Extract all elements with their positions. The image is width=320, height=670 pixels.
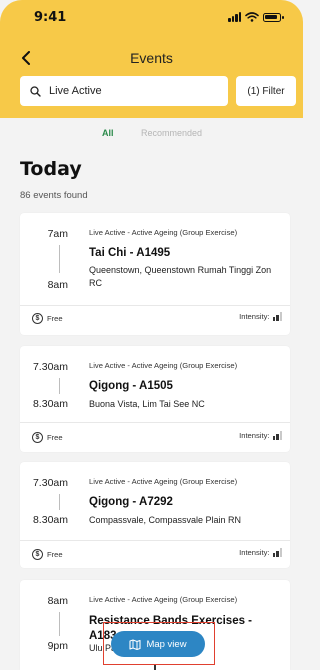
intensity-bars-icon (272, 312, 282, 321)
event-card[interactable]: 7am 8am Live Active - Active Ageing (Gro… (20, 213, 290, 335)
status-bar: 9:41 (0, 0, 303, 34)
event-start-time: 8am (47, 595, 68, 607)
event-start-time: 7.30am (32, 477, 68, 489)
section-title: Today (20, 158, 82, 180)
wifi-icon (245, 12, 259, 22)
event-card[interactable]: 7.30am 8.30am Live Active - Active Agein… (20, 346, 290, 452)
event-end-time: 8.30am (32, 514, 68, 526)
event-card[interactable]: 7.30am 8.30am Live Active - Active Agein… (20, 462, 290, 568)
status-time: 9:41 (34, 9, 67, 25)
dollar-icon: $ (32, 432, 43, 443)
cellular-signal-icon (228, 12, 241, 22)
price-label: Free (47, 433, 63, 442)
event-intensity: Intensity: (239, 431, 282, 440)
filter-label: (1) Filter (247, 85, 285, 97)
event-title: Tai Chi - A1495 (89, 247, 171, 259)
event-location: Queenstown, Queenstown Rumah Tinggi Zon … (89, 265, 272, 288)
price-label: Free (47, 314, 63, 323)
map-view-label: Map view (146, 638, 187, 650)
map-icon (129, 638, 141, 650)
card-divider (20, 540, 290, 541)
time-connector (59, 245, 60, 273)
event-category: Live Active - Active Ageing (Group Exerc… (89, 228, 238, 237)
nav-bar: Events (0, 42, 303, 74)
event-start-time: 7.30am (32, 361, 68, 373)
dollar-icon: $ (32, 549, 43, 560)
search-bar[interactable] (20, 76, 228, 106)
event-price: $ Free (32, 432, 63, 443)
intensity-label: Intensity: (239, 312, 270, 321)
intensity-bars-icon (272, 431, 282, 440)
event-category: Live Active - Active Ageing (Group Exerc… (89, 477, 238, 486)
page-title: Events (130, 50, 173, 66)
search-input[interactable] (49, 85, 209, 97)
tab-all[interactable]: All (102, 128, 114, 138)
intensity-label: Intensity: (239, 431, 270, 440)
event-title: Qigong - A1505 (89, 380, 173, 392)
card-divider (20, 305, 290, 306)
tab-recommended[interactable]: Recommended (141, 128, 202, 138)
highlight-pointer (154, 665, 156, 670)
time-connector (59, 494, 60, 510)
map-view-button[interactable]: Map view (111, 631, 205, 657)
event-intensity: Intensity: (239, 548, 282, 557)
event-price: $ Free (32, 313, 63, 324)
card-divider (20, 422, 290, 423)
price-label: Free (47, 550, 63, 559)
back-button[interactable] (14, 46, 38, 70)
intensity-label: Intensity: (239, 548, 270, 557)
filter-button[interactable]: (1) Filter (236, 76, 296, 106)
event-end-time: 8am (47, 279, 68, 291)
event-location: Compassvale, Compassvale Plain RN (89, 515, 242, 525)
status-icons (228, 12, 284, 22)
event-end-time: 9pm (47, 640, 68, 652)
time-connector (59, 378, 60, 394)
tabs: All Recommended (0, 126, 303, 144)
dollar-icon: $ (32, 313, 43, 324)
event-price: $ Free (32, 549, 63, 560)
event-intensity: Intensity: (239, 312, 282, 321)
search-icon (30, 85, 41, 97)
battery-icon (263, 12, 284, 22)
event-title: Qigong - A7292 (89, 496, 173, 508)
intensity-bars-icon (272, 548, 282, 557)
event-category: Live Active - Active Ageing (Group Exerc… (89, 595, 238, 604)
event-start-time: 7am (47, 228, 68, 240)
time-connector (59, 612, 60, 636)
event-category: Live Active - Active Ageing (Group Exerc… (89, 361, 238, 370)
chevron-left-icon (22, 51, 30, 65)
events-count: 86 events found (20, 190, 88, 201)
event-location: Buona Vista, Lim Tai See NC (89, 399, 205, 409)
event-end-time: 8.30am (32, 398, 68, 410)
